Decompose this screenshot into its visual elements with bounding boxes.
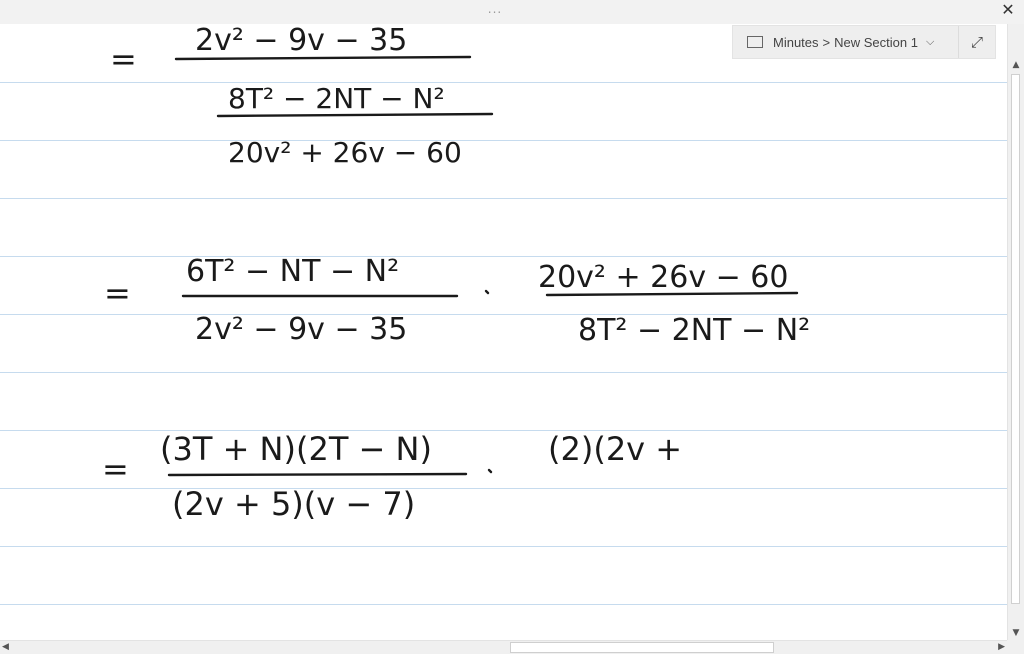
eq2-right-numerator: 20v² + 26v − 60 xyxy=(538,260,788,295)
eq1-equals: = xyxy=(110,40,137,78)
breadcrumb[interactable]: Minutes > New Section 1 ⌵ xyxy=(733,26,959,58)
scroll-left-icon[interactable]: ◀ xyxy=(2,641,9,653)
eq2-multiply-dot xyxy=(484,289,490,295)
vertical-scroll-thumb[interactable] xyxy=(1011,74,1020,604)
eq2-right-denominator: 8T² − 2NT − N² xyxy=(578,313,810,348)
scroll-up-icon[interactable]: ▲ xyxy=(1008,60,1024,70)
eq2-left-numerator: 6T² − NT − N² xyxy=(186,254,399,289)
horizontal-scroll-thumb[interactable] xyxy=(510,642,774,653)
eq1-numerator: 2v² − 9v − 35 xyxy=(195,24,407,58)
eq3-fraction-bar xyxy=(167,472,468,477)
close-button[interactable]: ✕ xyxy=(996,0,1020,22)
eq3-denominator: (2v + 5)(v − 7) xyxy=(172,485,415,523)
navigation-bar: Minutes > New Section 1 ⌵ ⤢ xyxy=(732,25,996,59)
eq3-partial: (2)(2v + xyxy=(548,430,682,468)
breadcrumb-section[interactable]: New Section 1 xyxy=(834,35,918,50)
eq3-numerator: (3T + N)(2T − N) xyxy=(160,430,432,468)
horizontal-scrollbar[interactable]: ◀ ▶ xyxy=(0,640,1007,654)
scroll-down-icon[interactable]: ▼ xyxy=(1008,628,1024,638)
note-page[interactable]: = 2v² − 9v − 35 8T² − 2NT − N² 20v² + 26… xyxy=(0,24,1007,640)
eq1-line2: 8T² − 2NT − N² xyxy=(228,82,445,115)
handwritten-ink: = 2v² − 9v − 35 8T² − 2NT − N² 20v² + 26… xyxy=(102,24,810,523)
eq2-left-denominator: 2v² − 9v − 35 xyxy=(195,312,407,347)
navigation-pane-icon[interactable] xyxy=(747,36,763,48)
chevron-down-icon[interactable]: ⌵ xyxy=(926,36,934,49)
expand-icon[interactable]: ⤢ xyxy=(958,26,995,58)
eq3-multiply-dot xyxy=(487,468,493,474)
breadcrumb-notebook[interactable]: Minutes xyxy=(773,35,819,50)
eq3-equals: = xyxy=(102,450,129,488)
eq2-equals: = xyxy=(104,274,131,312)
eq1-line3: 20v² + 26v − 60 xyxy=(228,136,462,169)
vertical-scrollbar[interactable]: ▲ ▼ xyxy=(1007,24,1024,640)
drag-handle[interactable]: ... xyxy=(480,2,510,16)
title-bar: ... ✕ xyxy=(0,0,1024,25)
breadcrumb-separator: > xyxy=(822,34,831,50)
scrollbar-corner xyxy=(1007,640,1024,654)
scroll-right-icon[interactable]: ▶ xyxy=(998,641,1005,653)
